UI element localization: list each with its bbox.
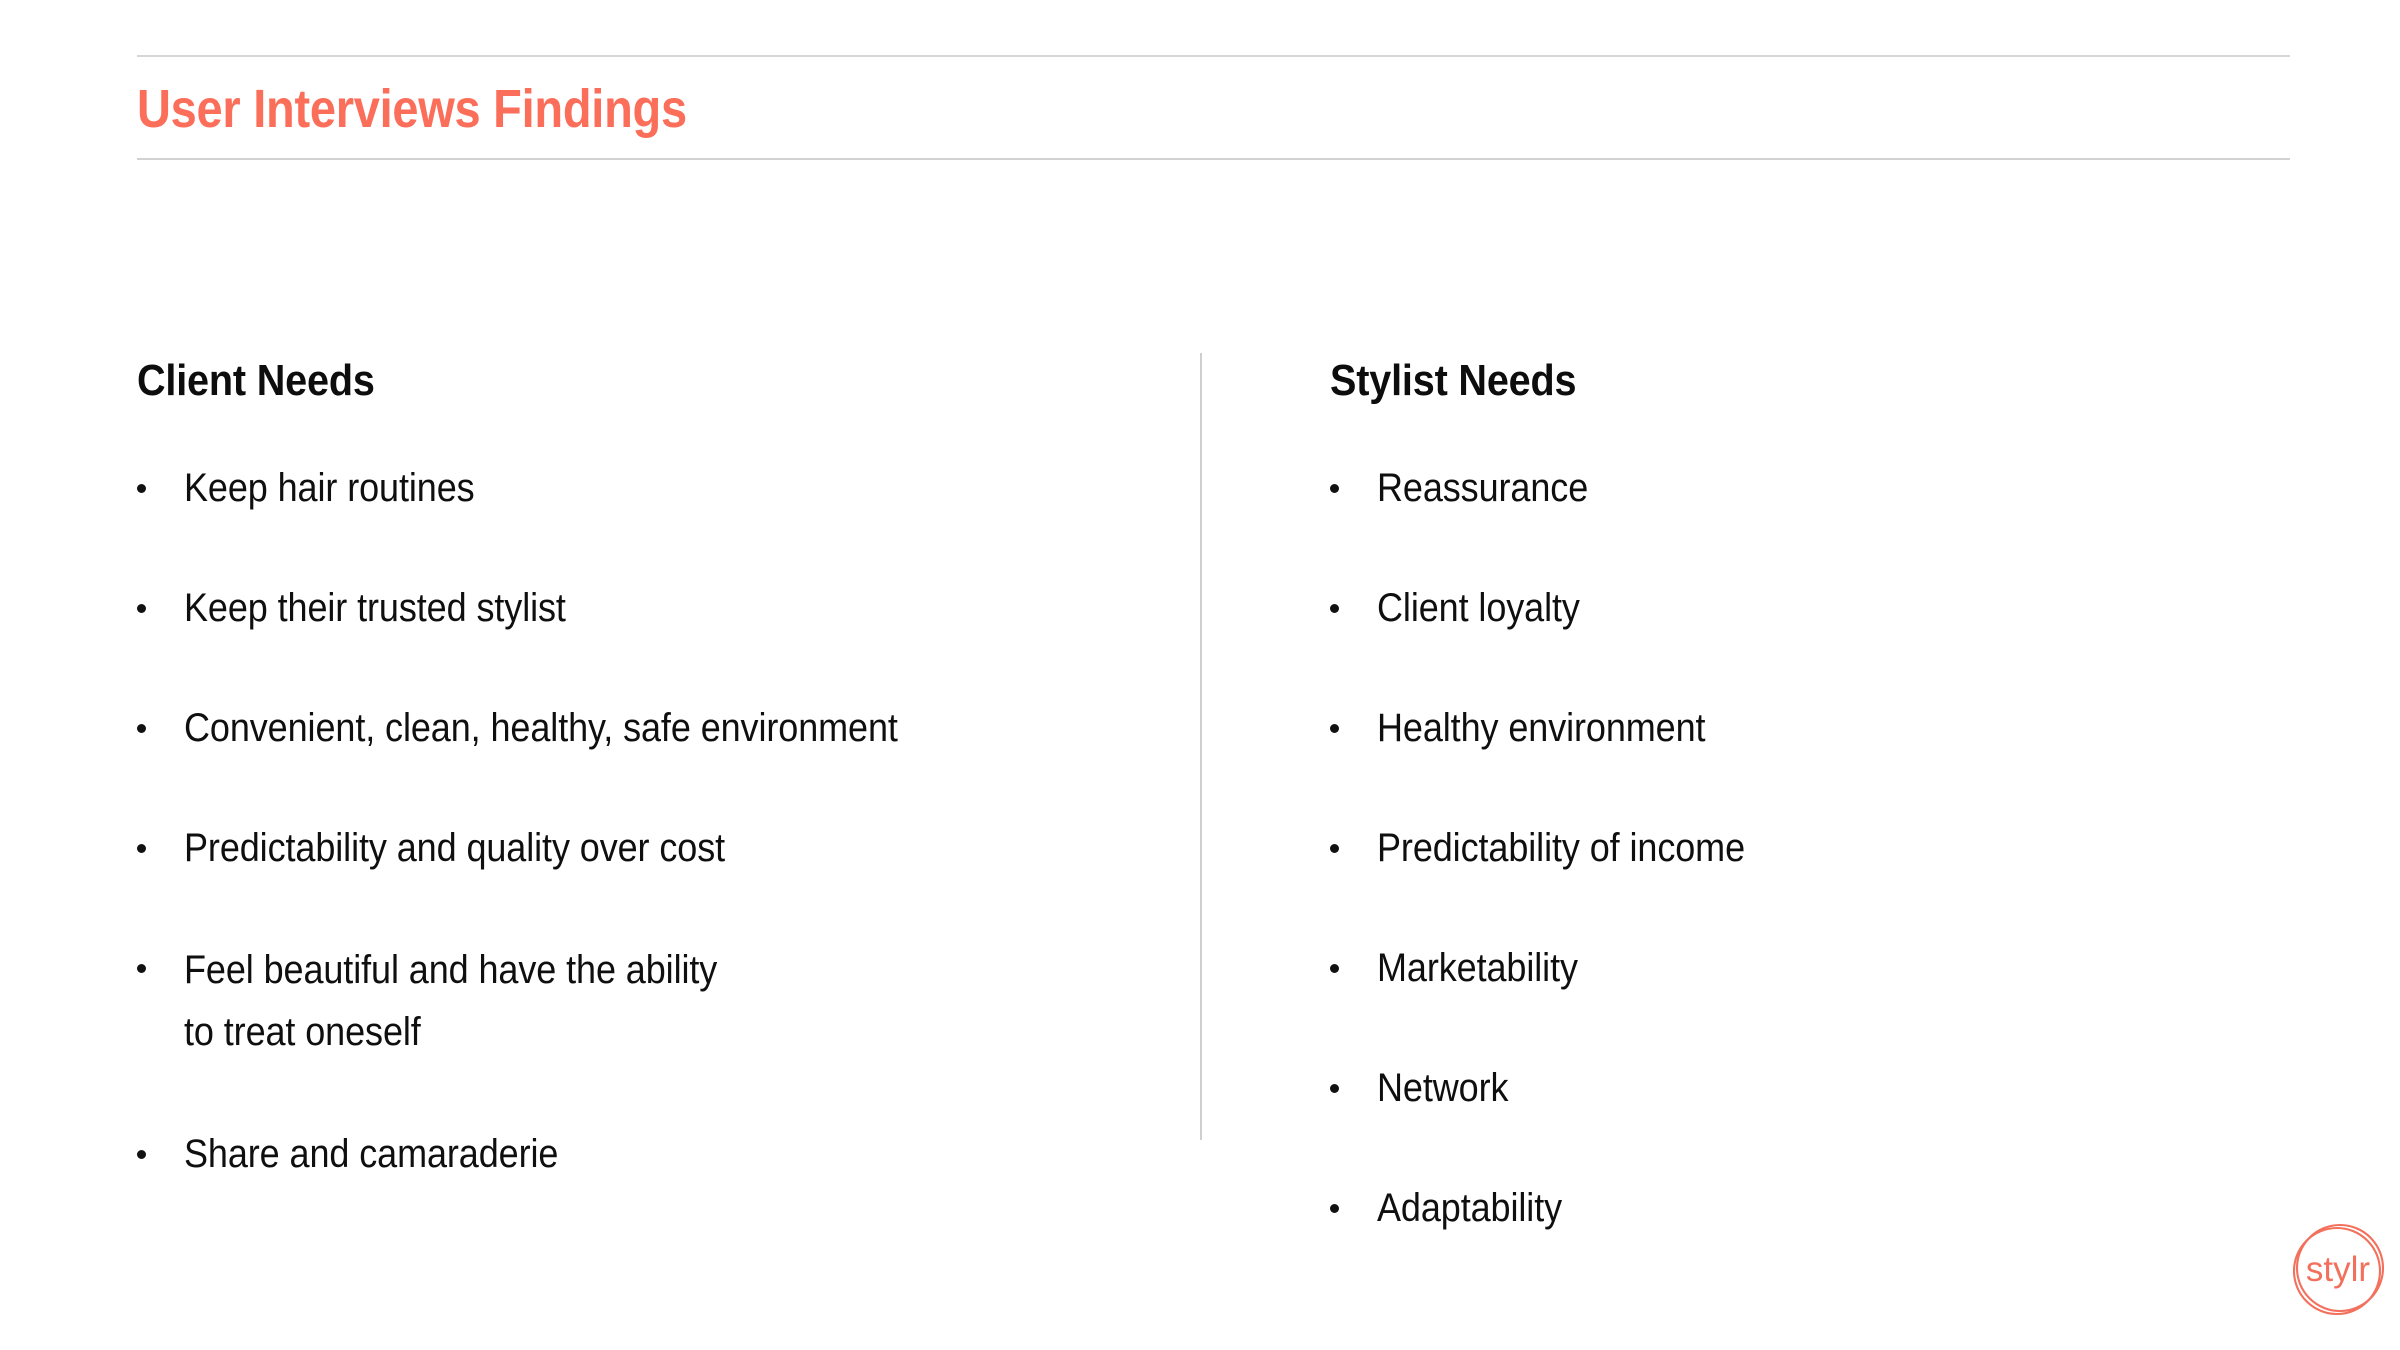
bullet-dot-icon: [137, 484, 146, 493]
bullet-dot-icon: [137, 604, 146, 613]
list-item: Feel beautiful and have the ability to t…: [137, 939, 1157, 1063]
list-item-label: Client loyalty: [1377, 586, 1580, 630]
logo-wordmark: stylr: [2306, 1250, 2371, 1289]
list-item: Adaptability: [1330, 1179, 2330, 1237]
bullet-dot-icon: [1330, 1084, 1339, 1093]
stylist-needs-list: Reassurance Client loyalty Healthy envir…: [1330, 459, 2330, 1237]
list-item-label: Network: [1377, 1066, 1509, 1110]
list-item-label: Keep hair routines: [184, 466, 475, 510]
list-item-label: Predictability of income: [1377, 826, 1746, 870]
list-item-label: Healthy environment: [1377, 706, 1706, 750]
column-divider: [1200, 353, 1202, 1140]
client-needs-list: Keep hair routines Keep their trusted st…: [137, 459, 1157, 1183]
bullet-dot-icon: [1330, 844, 1339, 853]
list-item-label: Keep their trusted stylist: [184, 586, 566, 630]
bullet-dot-icon: [1330, 1204, 1339, 1213]
stylr-logo: stylr: [2285, 1215, 2393, 1323]
list-item: Predictability and quality over cost: [137, 819, 1157, 877]
list-item: Client loyalty: [1330, 579, 2330, 637]
bullet-dot-icon: [137, 724, 146, 733]
client-needs-column: Client Needs Keep hair routines Keep the…: [137, 355, 1157, 1183]
list-item: Reassurance: [1330, 459, 2330, 517]
list-item-label: Predictability and quality over cost: [184, 826, 726, 870]
stylist-needs-column: Stylist Needs Reassurance Client loyalty…: [1330, 355, 2330, 1237]
bullet-dot-icon: [1330, 604, 1339, 613]
list-item: Predictability of income: [1330, 819, 2330, 877]
list-item-label: Reassurance: [1377, 466, 1589, 510]
list-item: Healthy environment: [1330, 699, 2330, 757]
bullet-dot-icon: [137, 1150, 146, 1159]
list-item: Share and camaraderie: [137, 1125, 1157, 1183]
bullet-dot-icon: [1330, 964, 1339, 973]
needs-comparison: Client Needs Keep hair routines Keep the…: [0, 0, 2400, 1350]
list-item: Keep hair routines: [137, 459, 1157, 517]
client-needs-heading: Client Needs: [137, 356, 375, 405]
slide: User Interviews Findings Client Needs Ke…: [0, 0, 2400, 1350]
bullet-dot-icon: [1330, 484, 1339, 493]
list-item: Keep their trusted stylist: [137, 579, 1157, 637]
bullet-dot-icon: [137, 964, 146, 973]
list-item-label: Convenient, clean, healthy, safe environ…: [184, 706, 898, 750]
bullet-dot-icon: [1330, 724, 1339, 733]
list-item: Convenient, clean, healthy, safe environ…: [137, 699, 1157, 757]
bullet-dot-icon: [137, 844, 146, 853]
list-item-label: Share and camaraderie: [184, 1132, 559, 1176]
list-item: Network: [1330, 1059, 2330, 1117]
stylr-logo-mark: stylr: [2292, 1223, 2385, 1316]
list-item: Marketability: [1330, 939, 2330, 997]
list-item-label: Feel beautiful and have the ability to t…: [184, 948, 718, 1054]
list-item-label: Marketability: [1377, 946, 1578, 990]
list-item-label: Adaptability: [1377, 1186, 1563, 1230]
stylist-needs-heading: Stylist Needs: [1330, 356, 1577, 405]
